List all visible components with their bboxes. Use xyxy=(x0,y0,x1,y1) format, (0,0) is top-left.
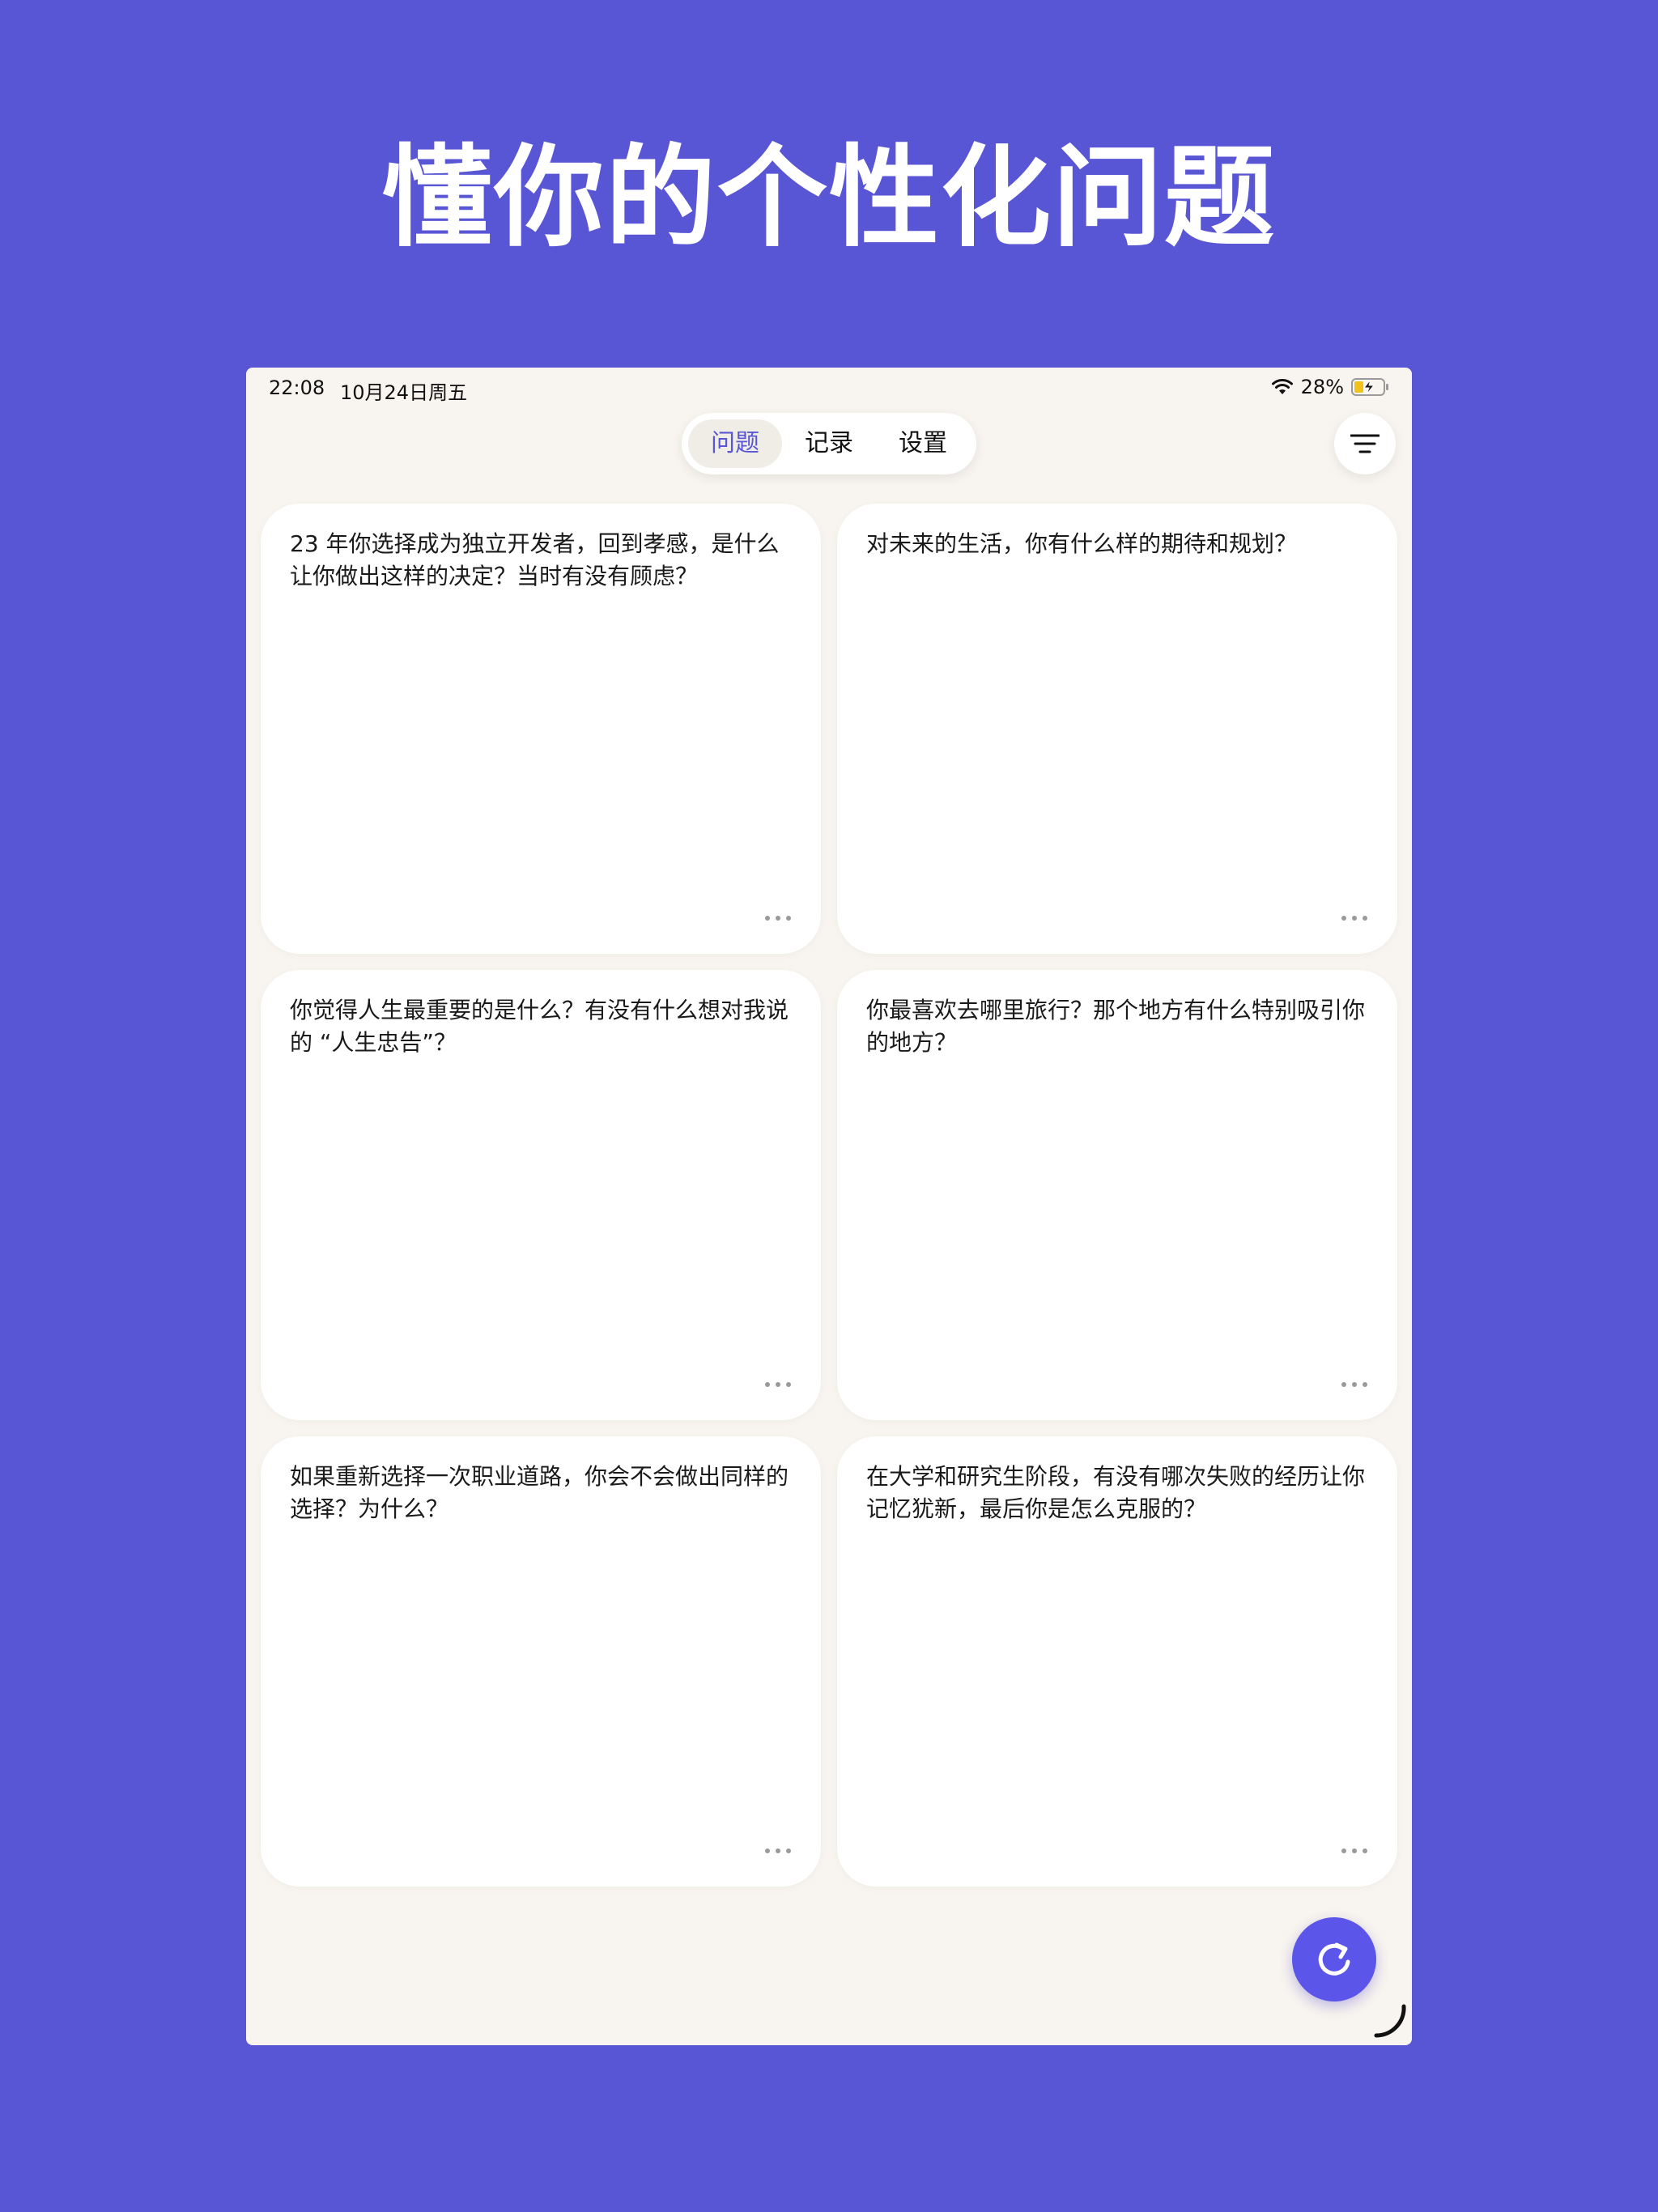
tab-questions[interactable]: 问题 xyxy=(688,419,782,468)
ellipsis-icon[interactable] xyxy=(764,915,792,921)
tab-settings[interactable]: 设置 xyxy=(876,419,970,468)
question-card[interactable]: 23 年你选择成为独立开发者，回到孝感，是什么让你做出这样的决定？当时有没有顾虑… xyxy=(261,504,821,954)
app-screen: 22:08 10月24日周五 28% 问题 记录 设置 23 年你选择成为独立开… xyxy=(246,368,1412,2045)
wifi-icon xyxy=(1271,379,1293,394)
battery-percent: 28% xyxy=(1300,376,1344,398)
ellipsis-icon[interactable] xyxy=(764,1848,792,1854)
status-time: 22:08 xyxy=(269,376,325,399)
question-card[interactable]: 在大学和研究生阶段，有没有哪次失败的经历让你记忆犹新，最后你是怎么克服的？ xyxy=(837,1436,1397,1887)
resize-corner-indicator xyxy=(1374,2004,1406,2038)
question-text: 23 年你选择成为独立开发者，回到孝感，是什么让你做出这样的决定？当时有没有顾虑… xyxy=(290,530,780,589)
tab-records[interactable]: 记录 xyxy=(782,419,876,468)
ellipsis-icon[interactable] xyxy=(764,1381,792,1388)
battery-charging-icon xyxy=(1351,378,1388,396)
question-text: 如果重新选择一次职业道路，你会不会做出同样的选择？为什么？ xyxy=(290,1463,789,1522)
question-text: 你觉得人生最重要的是什么？有没有什么想对我说的 “人生忠告”？ xyxy=(290,997,789,1056)
status-date: 10月24日周五 xyxy=(340,381,468,404)
question-card[interactable]: 如果重新选择一次职业道路，你会不会做出同样的选择？为什么？ xyxy=(261,1436,821,1887)
filter-lines-icon xyxy=(1350,434,1380,453)
segmented-tabs: 问题 记录 设置 xyxy=(682,413,976,474)
ellipsis-icon[interactable] xyxy=(1341,915,1368,921)
filter-button[interactable] xyxy=(1334,413,1396,474)
page-headline: 懂你的个性化问题 xyxy=(382,134,1276,262)
question-card[interactable]: 对未来的生活，你有什么样的期待和规划？ xyxy=(837,504,1397,954)
status-bar: 22:08 10月24日周五 28% xyxy=(246,368,1412,413)
ellipsis-icon[interactable] xyxy=(1341,1848,1368,1854)
question-card[interactable]: 你最喜欢去哪里旅行？那个地方有什么特别吸引你的地方？ xyxy=(837,970,1397,1420)
question-text: 对未来的生活，你有什么样的期待和规划？ xyxy=(866,530,1298,557)
status-indicators: 28% xyxy=(1270,376,1391,398)
question-text: 你最喜欢去哪里旅行？那个地方有什么特别吸引你的地方？ xyxy=(866,997,1366,1056)
refresh-button[interactable] xyxy=(1292,1917,1376,2001)
refresh-icon xyxy=(1318,1942,1350,1976)
ellipsis-icon[interactable] xyxy=(1341,1381,1368,1388)
question-card[interactable]: 你觉得人生最重要的是什么？有没有什么想对我说的 “人生忠告”？ xyxy=(261,970,821,1420)
question-text: 在大学和研究生阶段，有没有哪次失败的经历让你记忆犹新，最后你是怎么克服的？ xyxy=(866,1463,1366,1522)
